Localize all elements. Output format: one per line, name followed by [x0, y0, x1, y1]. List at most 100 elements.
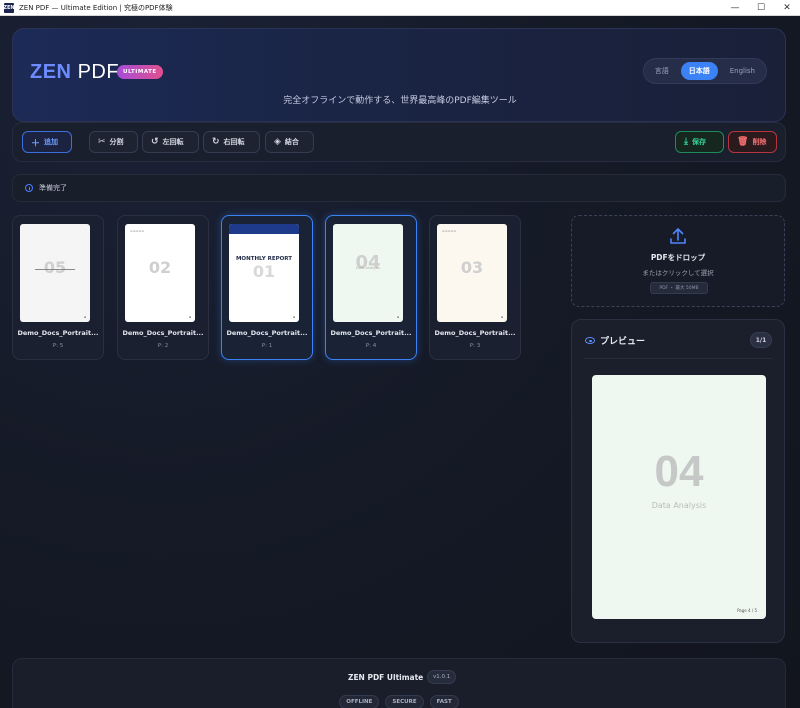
tag-offline: OFFLINE	[339, 695, 380, 708]
thumbnail-page: ▬▬▬▬▬ 03 ▪	[437, 224, 507, 322]
trash-icon: 🗑	[737, 137, 749, 147]
thumbnail-footer: ▪	[500, 315, 503, 319]
scissors-icon: ✂	[98, 137, 106, 147]
preview-title: プレビュー	[600, 337, 646, 347]
preview-page: 04 Data Analysis Page 4 / 5	[592, 375, 766, 619]
thumbnail-filename: Demo_Docs_Portrait...	[330, 329, 412, 337]
thumbnail-header-text: ▬▬▬▬▬	[130, 229, 145, 233]
strike-line	[35, 269, 75, 270]
thumbnail-page-number: P: 2	[157, 343, 169, 349]
plus-icon: ＋	[31, 138, 41, 149]
app-icon: ZEN	[3, 2, 15, 13]
split-button[interactable]: ✂ 分割	[89, 131, 138, 153]
info-icon	[25, 184, 33, 192]
thumbnail-filename: Demo_Docs_Portrait...	[226, 329, 308, 337]
preview-panel: プレビュー 1/1 04 Data Analysis Page 4 / 5	[571, 319, 785, 643]
delete-button[interactable]: 🗑 削除	[728, 131, 777, 153]
thumbnail-page-number: P: 3	[469, 343, 481, 349]
tag-secure: SECURE	[385, 695, 424, 708]
page-thumbnail[interactable]: 01 MONTHLY REPORT ▪ Demo_Docs_Portrait..…	[221, 215, 313, 360]
eye-icon	[585, 337, 595, 344]
logo-pdf: PDF	[77, 61, 120, 83]
header-panel: ZEN PDF ULTIMATE 完全オフラインで動作する、世界最高峰のPDF編…	[12, 28, 786, 122]
page-thumbnail[interactable]: 05 ▪ Demo_Docs_Portrait... P: 5	[12, 215, 104, 360]
lang-japanese-button[interactable]: 日本語	[680, 62, 718, 80]
logo: ZEN PDF	[30, 61, 119, 84]
thumbnail-page-number: P: 5	[52, 343, 64, 349]
add-label: 追加	[44, 138, 59, 146]
thumbnail-page: 05 ▪	[20, 224, 90, 322]
logo-zen: ZEN	[30, 61, 72, 83]
page-thumbnail[interactable]: 04 Data Analysis ▪ Demo_Docs_Portrait...…	[325, 215, 417, 360]
dropzone-subtitle: またはクリックして選択	[642, 269, 714, 277]
preview-page-subtitle: Data Analysis	[651, 501, 707, 510]
toolbar: ＋ 追加 ✂ 分割 ↺ 左回転 ↻ 右回転 ◈ 結合 ⤓ 保存 🗑 削除	[12, 122, 786, 162]
thumbnail-page-number: P: 1	[261, 343, 273, 349]
lang-label: 言語	[654, 67, 669, 75]
footer: ZEN PDF Ultimate v1.0.1 OFFLINE SECURE F…	[12, 658, 786, 708]
thumbnail-page: 01 MONTHLY REPORT ▪	[229, 224, 299, 322]
preview-page-count: 1/1	[750, 332, 772, 348]
rotate-left-icon: ↺	[151, 137, 159, 147]
footer-tags: OFFLINE SECURE FAST	[13, 695, 785, 708]
thumbnail-footer: ▪	[292, 315, 295, 319]
pdf-dropzone[interactable]: PDFをドロップ またはクリックして選択 PDF ・ 最大 50MB	[571, 215, 785, 307]
window-title: ZEN PDF — Ultimate Edition | 究極のPDF体験	[19, 3, 173, 12]
preview-page-number: 04	[654, 447, 704, 496]
rotate-left-button[interactable]: ↺ 左回転	[142, 131, 199, 153]
page-thumbnail[interactable]: ▬▬▬▬▬ 03 ▪ Demo_Docs_Portrait... P: 3	[429, 215, 521, 360]
thumbnail-filename: Demo_Docs_Portrait...	[17, 329, 99, 337]
thumbnail-number: 02	[148, 258, 172, 277]
thumbnail-filename: Demo_Docs_Portrait...	[434, 329, 516, 337]
delete-label: 削除	[752, 138, 767, 146]
divider	[584, 358, 772, 359]
preview-page-footer: Page 4 / 5	[737, 608, 757, 613]
thumbnail-number: 05	[43, 258, 67, 277]
layers-icon: ◈	[274, 137, 281, 147]
footer-title: ZEN PDF Ultimate	[348, 673, 424, 682]
thumbnail-header-text: ▬▬▬▬▬	[442, 229, 457, 233]
thumbnail-page: ▬▬▬▬▬ 02 ▪	[125, 224, 195, 322]
rotate-right-button[interactable]: ↻ 右回転	[203, 131, 260, 153]
page-thumbnail[interactable]: ▬▬▬▬▬ 02 ▪ Demo_Docs_Portrait... P: 2	[117, 215, 209, 360]
dropzone-limit-chip: PDF ・ 最大 50MB	[650, 282, 708, 294]
save-button[interactable]: ⤓ 保存	[675, 131, 724, 153]
thumbnail-filename: Demo_Docs_Portrait...	[122, 329, 204, 337]
split-label: 分割	[109, 138, 124, 146]
thumbnail-footer: ▪	[188, 315, 191, 319]
lang-english-button[interactable]: English	[722, 62, 763, 80]
dropzone-title: PDFをドロップ	[650, 253, 706, 262]
language-switch: 言語 日本語 English	[642, 58, 767, 84]
thumbnail-subtitle: Data Analysis	[356, 266, 380, 270]
download-icon: ⤓	[684, 137, 688, 147]
thumbnail-footer: ▪	[396, 315, 399, 319]
report-header-band	[229, 224, 299, 234]
window-controls: — ☐ ✕	[722, 0, 800, 16]
thumbnail-page: 04 Data Analysis ▪	[333, 224, 403, 322]
add-button[interactable]: ＋ 追加	[22, 131, 72, 153]
window-titlebar: ZEN ZEN PDF — Ultimate Edition | 究極のPDF体…	[0, 0, 800, 16]
save-label: 保存	[691, 138, 706, 146]
ultimate-badge: ULTIMATE	[117, 65, 163, 79]
merge-label: 結合	[284, 138, 299, 146]
thumbnail-title: MONTHLY REPORT	[235, 256, 293, 262]
version-badge: v1.0.1	[427, 670, 457, 684]
maximize-button[interactable]: ☐	[748, 0, 774, 16]
rotate-right-label: 右回転	[223, 138, 245, 146]
thumbnail-page-number: P: 4	[365, 343, 377, 349]
rotate-right-icon: ↻	[212, 137, 220, 147]
tag-fast: FAST	[429, 695, 459, 708]
thumbnail-number: 01	[252, 262, 276, 281]
minimize-button[interactable]: —	[722, 0, 748, 16]
app-body: ZEN PDF ULTIMATE 完全オフラインで動作する、世界最高峰のPDF編…	[0, 16, 800, 708]
status-text: 準備完了	[39, 184, 67, 192]
rotate-left-label: 左回転	[162, 138, 184, 146]
upload-icon	[670, 228, 686, 244]
tagline: 完全オフラインで動作する、世界最高峰のPDF編集ツール	[283, 96, 517, 106]
status-bar: 準備完了	[12, 174, 786, 202]
merge-button[interactable]: ◈ 結合	[265, 131, 314, 153]
close-button[interactable]: ✕	[774, 0, 800, 16]
thumbnail-footer: ▪	[83, 315, 86, 319]
preview-heading: プレビュー	[585, 334, 645, 347]
thumbnail-number: 03	[460, 258, 484, 277]
